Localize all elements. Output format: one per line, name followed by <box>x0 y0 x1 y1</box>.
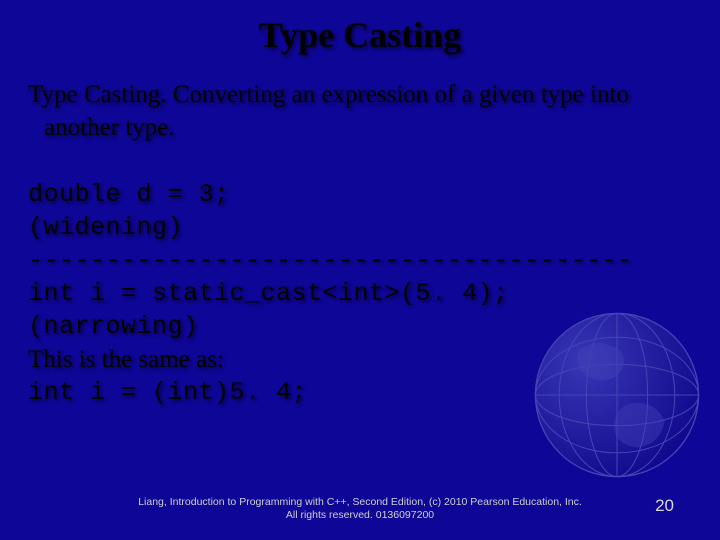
footer-line-2: All rights reserved. 0136097200 <box>0 509 720 522</box>
footer: Liang, Introduction to Programming with … <box>0 496 720 522</box>
code-line-3: int i = static_cast<int>(5. 4); <box>28 277 692 310</box>
slide: Type Casting Type Casting. Converting an… <box>0 0 720 540</box>
code-line-2: (widening) <box>28 211 692 244</box>
footer-line-1: Liang, Introduction to Programming with … <box>0 496 720 509</box>
page-number: 20 <box>655 496 674 516</box>
code-block: double d = 3; (widening) ---------------… <box>28 178 692 409</box>
slide-body: Type Casting. Converting an expression o… <box>0 56 720 409</box>
definition-text: Type Casting. Converting an expression o… <box>28 78 692 144</box>
slide-title: Type Casting <box>0 0 720 56</box>
code-line-1: double d = 3; <box>28 178 692 211</box>
code-separator: --------------------------------------- <box>28 244 692 277</box>
code-line-6: int i = (int)5. 4; <box>28 376 692 409</box>
code-line-4: (narrowing) <box>28 310 692 343</box>
code-line-5: This is the same as: <box>28 343 692 376</box>
